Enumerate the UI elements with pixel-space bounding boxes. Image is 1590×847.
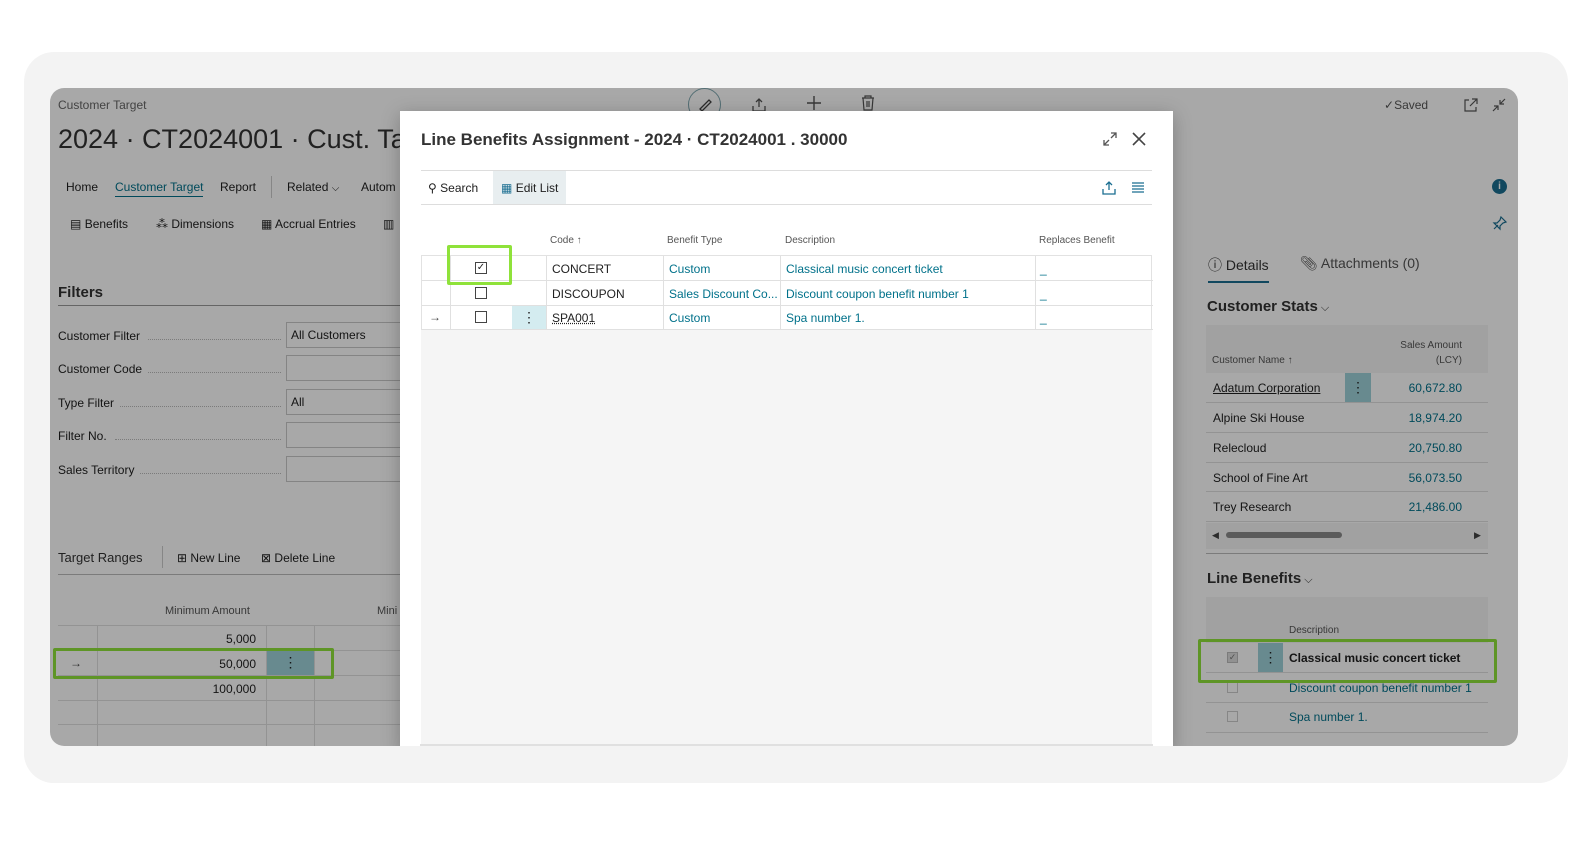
grid-col-line [546,256,547,330]
row-2-type[interactable]: Sales Discount Co... [669,287,778,301]
toolbar-bottom-line [421,204,1152,205]
highlight-checkbox [447,245,512,285]
row-3-code[interactable]: SPA001 [552,311,595,325]
grid-row-line [422,280,1153,281]
col-benefit-type[interactable]: Benefit Type [667,235,722,246]
edit-list-button[interactable]: ▦ Edit List [493,171,567,204]
row-menu-button[interactable]: ⋮ [512,306,546,329]
row-3-type[interactable]: Custom [669,311,710,325]
row-1-type[interactable]: Custom [669,262,710,276]
empty-list-area [421,330,1152,745]
dialog-bottom-edge [420,744,1153,746]
expand-icon[interactable] [1102,131,1118,147]
row-1-code[interactable]: CONCERT [552,262,611,276]
search-icon: ⚲ [428,181,437,195]
grid-col-line [780,256,781,330]
row-3-checkbox[interactable] [475,311,487,323]
grid-col-line [663,256,664,330]
search-button[interactable]: ⚲ Search [428,181,478,195]
share-icon[interactable] [1101,180,1117,196]
col-code[interactable]: Code ↑ [550,235,582,246]
grid-col-line [1035,256,1036,330]
line-benefits-dialog: Line Benefits Assignment - 2024 · CT2024… [400,111,1173,751]
close-icon[interactable] [1130,130,1148,148]
frame-bottom [24,746,1568,783]
col-replaces-benefit[interactable]: Replaces Benefit [1039,235,1115,246]
row-2-replaces[interactable]: _ [1040,287,1047,301]
row-2-checkbox[interactable] [475,287,487,299]
list-view-icon[interactable] [1131,181,1145,195]
current-row-arrow-icon: → [429,310,441,324]
row-1-replaces[interactable]: _ [1040,262,1047,276]
col-description[interactable]: Description [785,235,835,246]
row-3-replaces[interactable]: _ [1040,311,1047,325]
row-2-description[interactable]: Discount coupon benefit number 1 [786,287,969,301]
row-3-description[interactable]: Spa number 1. [786,311,865,325]
dialog-title: Line Benefits Assignment - 2024 · CT2024… [421,130,848,149]
benefits-grid: ✓ CONCERT Custom Classical music concert… [421,255,1153,330]
row-1-description[interactable]: Classical music concert ticket [786,262,943,276]
edit-list-icon: ▦ [501,181,513,195]
row-2-code[interactable]: DISCOUPON [552,287,625,301]
